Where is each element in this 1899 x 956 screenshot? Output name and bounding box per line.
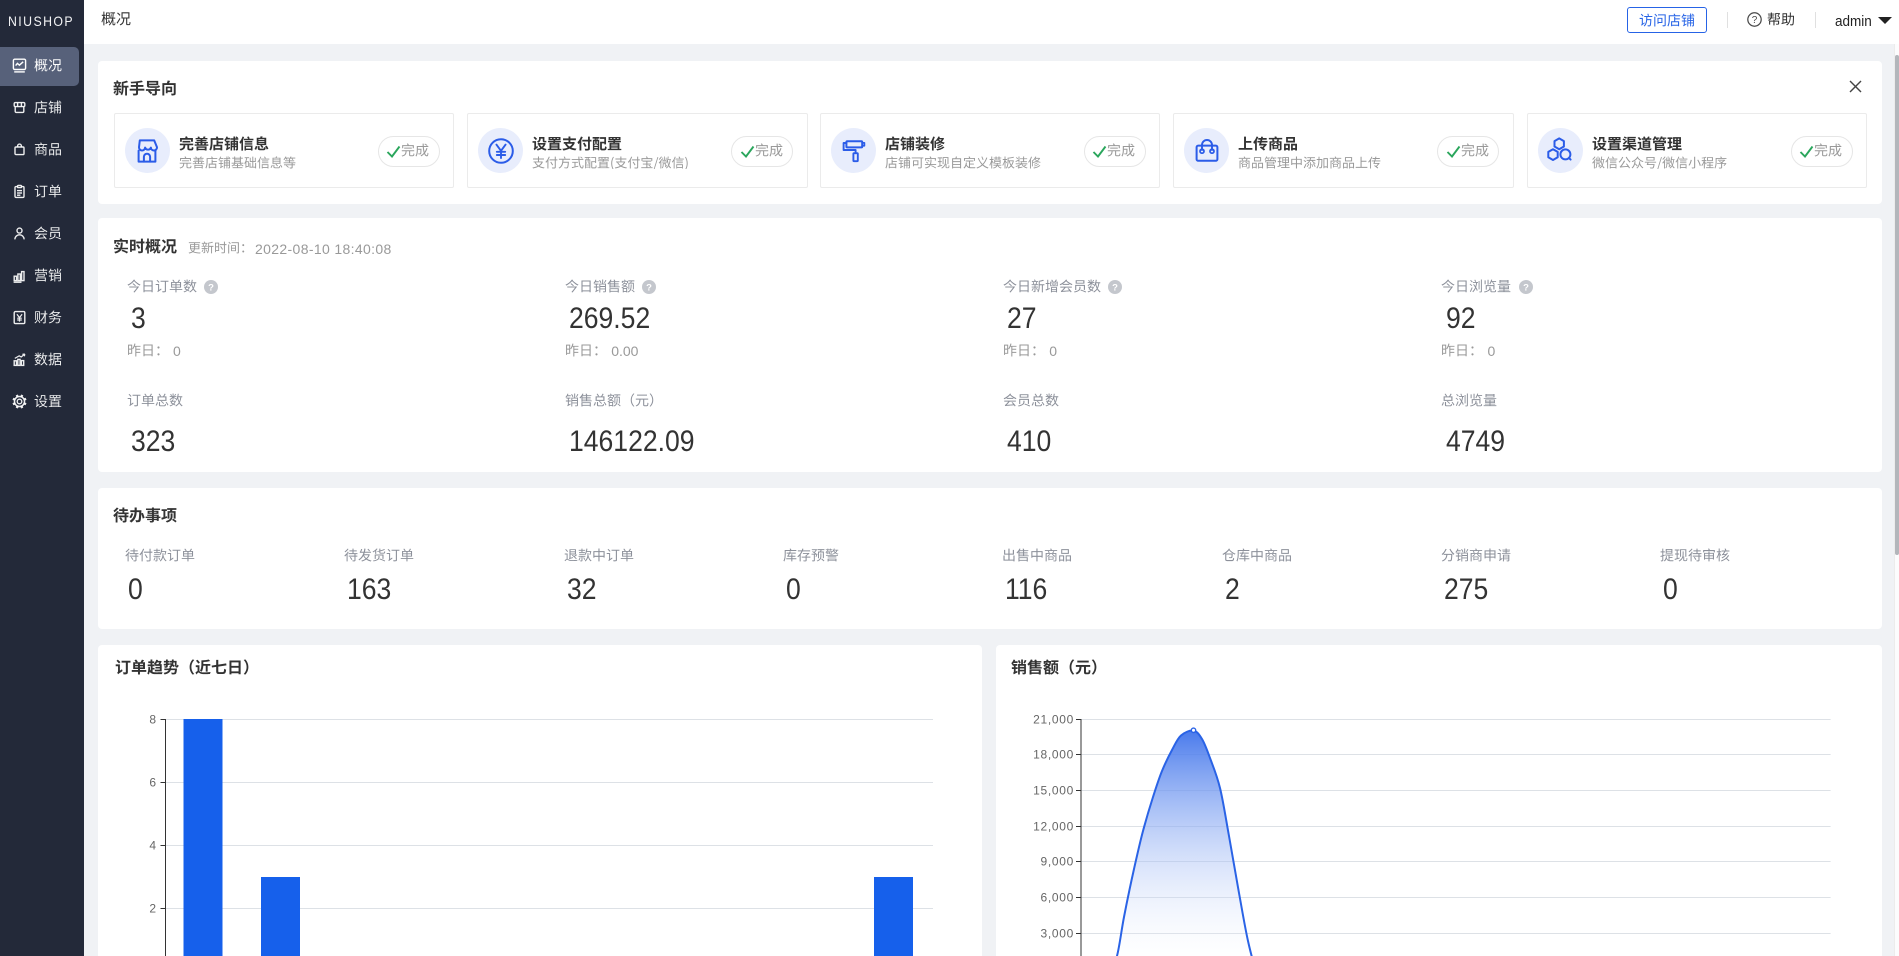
svg-text:8: 8	[149, 713, 156, 727]
svg-text:6,000: 6,000	[1040, 891, 1074, 905]
svg-text:15,000: 15,000	[1033, 784, 1074, 798]
svg-text:?: ?	[1523, 282, 1529, 293]
svg-text:3,000: 3,000	[1040, 927, 1074, 941]
svg-text:4: 4	[149, 839, 156, 853]
svg-text:?: ?	[1112, 282, 1118, 293]
svg-text:?: ?	[1752, 15, 1758, 26]
svg-text:?: ?	[646, 282, 652, 293]
svg-text:6: 6	[149, 776, 156, 790]
svg-text:12,000: 12,000	[1033, 820, 1074, 834]
svg-text:21,000: 21,000	[1033, 713, 1074, 727]
svg-text:?: ?	[208, 282, 214, 293]
svg-text:2: 2	[149, 902, 156, 916]
svg-text:18,000: 18,000	[1033, 748, 1074, 762]
svg-text:9,000: 9,000	[1040, 855, 1074, 869]
